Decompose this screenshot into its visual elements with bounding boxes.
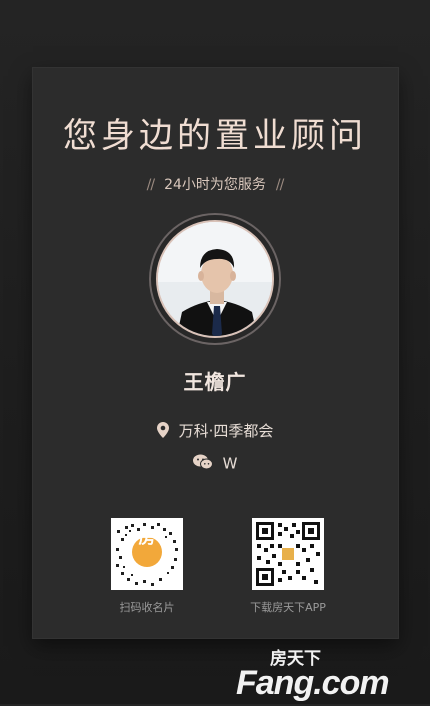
subline-text: 24小时为您服务: [164, 177, 266, 193]
slash-right: //: [275, 177, 285, 193]
wechat-row: W: [0, 454, 430, 474]
logo-en-text: Fang.com: [236, 664, 389, 702]
location-pin-icon: [156, 421, 169, 442]
location-row: 万科·四季都会: [0, 420, 430, 442]
subline: // 24小时为您服务 //: [0, 174, 430, 194]
avatar[interactable]: [156, 220, 274, 338]
fang-logo-mark: 房天下 Fang.com: [236, 648, 390, 702]
headline: 您身边的置业顾问: [63, 116, 367, 156]
qr-center-logo: 房: [138, 528, 156, 548]
location-text: 万科·四季都会: [178, 422, 274, 440]
fang-logo: 房天下 Fang.com: [230, 642, 420, 702]
wechat-id: W: [222, 454, 238, 473]
slash-left: //: [146, 177, 156, 193]
avatar-photo: [158, 222, 272, 336]
qr-code-app-download[interactable]: [252, 518, 324, 590]
wechat-icon: [192, 454, 213, 474]
qr-label-app-download: 下载房天下APP: [250, 601, 326, 614]
qr-label-business-card: 扫码收名片: [119, 601, 175, 614]
agent-name: 王檐广: [183, 370, 247, 394]
